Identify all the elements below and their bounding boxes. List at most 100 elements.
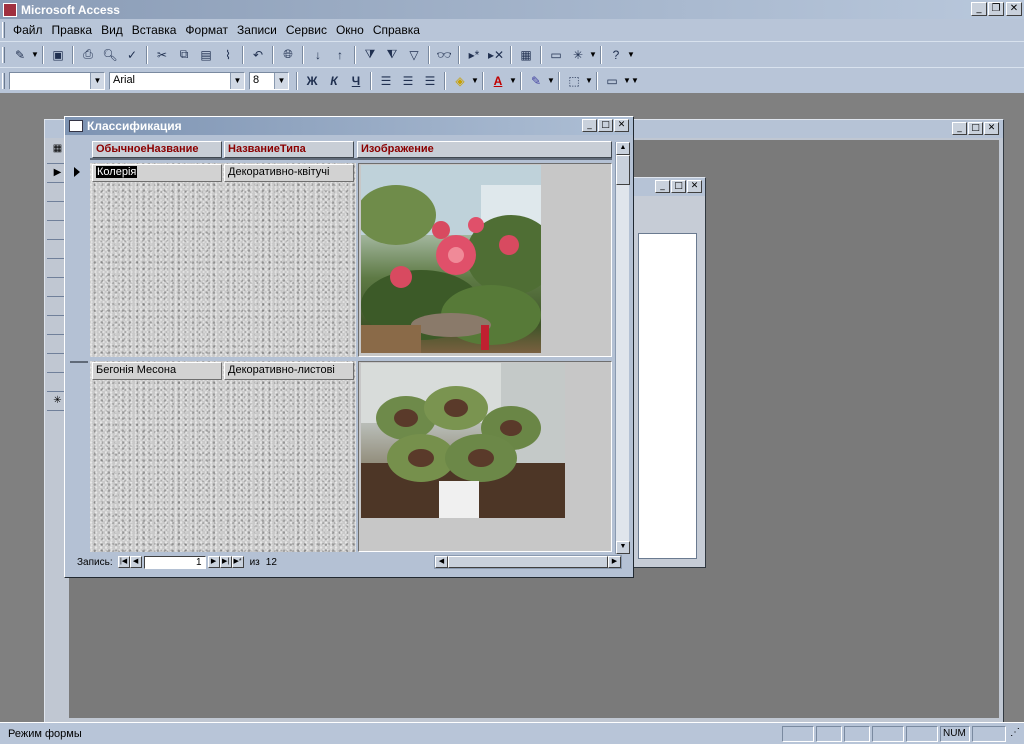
scroll-right-icon[interactable]: ▶	[608, 556, 621, 568]
menu-window[interactable]: Окно	[332, 23, 369, 37]
minimize-button[interactable]: _	[655, 180, 670, 193]
cut-icon[interactable]: ✂	[151, 45, 173, 65]
form-window-titlebar[interactable]: Классификация _ □ ✕	[65, 117, 633, 135]
maximize-button[interactable]: □	[598, 119, 613, 132]
toolbar-options-icon[interactable]: ▼	[631, 76, 639, 85]
record-selector-bar[interactable]	[70, 141, 88, 557]
align-center-icon[interactable]: ☰	[397, 71, 419, 91]
delete-record-icon[interactable]: ▸✕	[485, 45, 507, 65]
close-button[interactable]: ✕	[984, 122, 999, 135]
form-icon[interactable]	[69, 120, 83, 132]
scroll-left-icon[interactable]: ◀	[435, 556, 448, 568]
object-combo[interactable]: ▼	[9, 71, 105, 90]
toolbar-grip[interactable]	[2, 46, 5, 63]
apply-filter-icon[interactable]: ▽	[403, 45, 425, 65]
menu-edit[interactable]: Правка	[48, 23, 98, 37]
restore-button[interactable]: ❐	[988, 2, 1004, 16]
new-object-icon[interactable]: ✳	[567, 45, 589, 65]
database-window-icon[interactable]: ▭	[545, 45, 567, 65]
vertical-scroll-thumb[interactable]	[616, 155, 630, 185]
minimize-button[interactable]: _	[971, 2, 987, 16]
menubar-grip[interactable]	[2, 22, 5, 38]
minimize-button[interactable]: _	[582, 119, 597, 132]
next-record-icon[interactable]: ▶	[207, 556, 220, 568]
font-color-dropdown-icon[interactable]: ▼	[509, 76, 517, 85]
paste-icon[interactable]: ▤	[195, 45, 217, 65]
minimize-button[interactable]: _	[952, 122, 967, 135]
horizontal-scrollbar[interactable]: ◀ ▶	[434, 555, 622, 569]
save-icon[interactable]: ▣	[47, 45, 69, 65]
view-dropdown-icon[interactable]: ▼	[31, 50, 39, 59]
line-width-icon[interactable]: ▭	[601, 71, 623, 91]
previous-record-icon[interactable]: ◀	[129, 556, 142, 568]
close-button[interactable]: ✕	[1006, 2, 1022, 16]
toolbar-options-icon[interactable]: ▼	[627, 50, 635, 59]
close-button[interactable]: ✕	[687, 180, 702, 193]
underline-icon[interactable]: Ч	[345, 71, 367, 91]
image-field[interactable]	[358, 163, 612, 357]
new-record-nav-icon[interactable]: ▶*	[231, 556, 244, 568]
print-icon[interactable]: ⎙	[77, 45, 99, 65]
filter-by-selection-icon[interactable]: ⧩	[359, 45, 381, 65]
font-combo[interactable]: Arial ▼	[109, 71, 245, 90]
menu-tools[interactable]: Сервис	[282, 23, 332, 37]
access-key-icon[interactable]	[3, 2, 17, 17]
hyperlink-icon[interactable]: 🌐︎	[277, 45, 299, 65]
chevron-down-icon[interactable]: ▼	[230, 72, 244, 89]
font-size-combo[interactable]: 8 ▼	[249, 71, 289, 90]
type-name-field[interactable]: Декоративно-квітучі	[224, 164, 354, 182]
chevron-down-icon[interactable]: ▼	[90, 72, 104, 89]
font-color-icon[interactable]: A	[487, 71, 509, 91]
size-grip-icon[interactable]: ⋰	[1008, 726, 1022, 742]
common-name-field[interactable]: Бегонія Месона	[92, 362, 222, 380]
line-color-dropdown-icon[interactable]: ▼	[547, 76, 555, 85]
classification-form-window[interactable]: Классификация _ □ ✕ ОбычноеНазвание Назв…	[64, 116, 634, 578]
align-right-icon[interactable]: ☰	[419, 71, 441, 91]
maximize-button[interactable]: □	[968, 122, 983, 135]
fill-color-icon[interactable]: ◈	[449, 71, 471, 91]
horizontal-scroll-thumb[interactable]	[448, 556, 608, 568]
vertical-scrollbar[interactable]: ▲ ▼	[615, 142, 630, 554]
undo-icon[interactable]: ↶	[247, 45, 269, 65]
image-field[interactable]	[358, 361, 612, 552]
record-number-input[interactable]: 1	[143, 555, 206, 569]
spelling-icon[interactable]: ✓	[121, 45, 143, 65]
menu-records[interactable]: Записи	[233, 23, 282, 37]
first-record-icon[interactable]: |◀	[117, 556, 130, 568]
common-name-field[interactable]: Колерія	[92, 164, 222, 182]
toolbar-grip[interactable]	[2, 72, 5, 89]
print-preview-icon[interactable]: 🔍︎	[99, 45, 121, 65]
middle-window[interactable]: _ □ ✕	[630, 177, 706, 568]
type-name-field[interactable]: Декоративно-листові	[224, 362, 354, 380]
middle-window-titlebar[interactable]: _ □ ✕	[631, 178, 705, 196]
scroll-up-icon[interactable]: ▲	[616, 142, 630, 155]
menu-insert[interactable]: Вставка	[128, 23, 182, 37]
new-record-icon[interactable]: ▸*	[463, 45, 485, 65]
filter-by-form-icon[interactable]: ⧨	[381, 45, 403, 65]
align-left-icon[interactable]: ☰	[375, 71, 397, 91]
find-icon[interactable]: 👓︎	[433, 45, 455, 65]
border-dropdown-icon[interactable]: ▼	[585, 76, 593, 85]
menu-view[interactable]: Вид	[97, 23, 128, 37]
copy-icon[interactable]: ⧉	[173, 45, 195, 65]
format-painter-icon[interactable]: ⌇	[217, 45, 239, 65]
chevron-down-icon[interactable]: ▼	[274, 72, 288, 89]
fill-color-dropdown-icon[interactable]: ▼	[471, 76, 479, 85]
sort-ascending-icon[interactable]: ↓	[307, 45, 329, 65]
help-icon[interactable]: ?	[605, 45, 627, 65]
line-color-icon[interactable]: ✎	[525, 71, 547, 91]
line-width-dropdown-icon[interactable]: ▼	[623, 76, 631, 85]
border-icon[interactable]: ⬚	[563, 71, 585, 91]
menu-file[interactable]: Файл	[9, 23, 48, 37]
menu-format[interactable]: Формат	[181, 23, 233, 37]
close-button[interactable]: ✕	[614, 119, 629, 132]
view-design-icon[interactable]: ✎	[9, 45, 31, 65]
maximize-button[interactable]: □	[671, 180, 686, 193]
menu-help[interactable]: Справка	[369, 23, 425, 37]
scroll-down-icon[interactable]: ▼	[616, 541, 630, 554]
last-record-icon[interactable]: ▶|	[219, 556, 232, 568]
italic-icon[interactable]: К	[323, 71, 345, 91]
properties-icon[interactable]: ▦	[515, 45, 537, 65]
new-object-dropdown-icon[interactable]: ▼	[589, 50, 597, 59]
sort-descending-icon[interactable]: ↑	[329, 45, 351, 65]
